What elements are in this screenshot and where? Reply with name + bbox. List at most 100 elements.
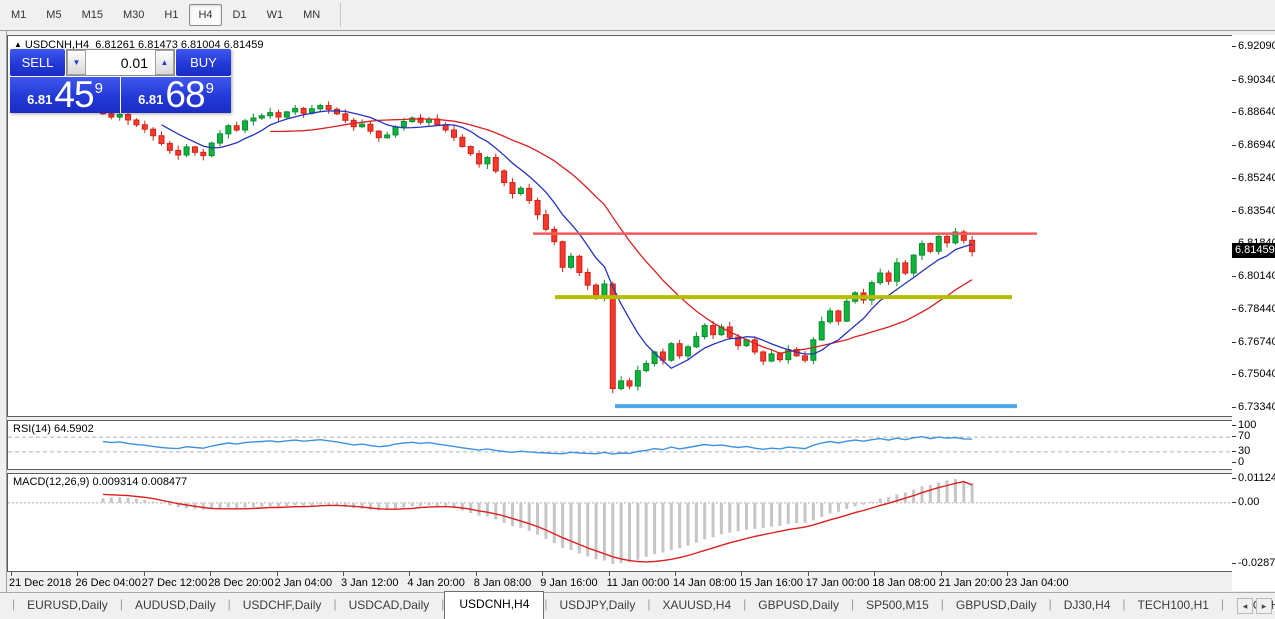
price-axis-label: 6.90340	[1238, 74, 1275, 86]
tab-usdcad-daily[interactable]: USDCAD,Daily	[337, 593, 442, 619]
price-axis-tick	[1232, 211, 1236, 212]
date-tick	[941, 572, 942, 576]
price-axis-tick	[1232, 80, 1236, 81]
rsi-axis-label: 0	[1238, 456, 1244, 468]
timeframe-button-m30[interactable]: M30	[114, 4, 153, 26]
date-tick	[741, 572, 742, 576]
date-tick	[144, 572, 145, 576]
timeframe-buttons: M1M5M15M30H1H4D1W1MN	[1, 4, 330, 26]
volume-input[interactable]: 0.01	[86, 50, 155, 75]
main-chart-panel[interactable]: ▲USDCNH,H4 6.81261 6.81473 6.81004 6.814…	[7, 35, 1233, 417]
price-axis-label: 6.86940	[1238, 139, 1275, 151]
date-axis-label: 21 Dec 2018	[9, 577, 71, 589]
sell-price-main: 45	[54, 78, 93, 112]
buy-price-sup: 9	[206, 80, 214, 97]
tab-scroll-right-button[interactable]: ▸	[1256, 598, 1272, 614]
arrow-down-icon: ▼	[73, 58, 81, 67]
date-axis[interactable]: 21 Dec 201826 Dec 04:0027 Dec 12:0028 De…	[7, 572, 1233, 591]
tab-usdchf-daily[interactable]: USDCHF,Daily	[231, 593, 334, 619]
tab-eurusd-daily[interactable]: EURUSD,Daily	[15, 593, 120, 619]
date-axis-label: 18 Jan 08:00	[872, 577, 936, 589]
tab-tech100-h1[interactable]: TECH100,H1	[1126, 593, 1221, 619]
timeframe-toolbar: M1M5M15M30H1H4D1W1MN	[0, 0, 1275, 31]
macd-axis-tick	[1232, 478, 1236, 479]
timeframe-button-h4[interactable]: H4	[189, 4, 221, 26]
rsi-panel[interactable]: RSI(14) 64.5902	[7, 420, 1233, 470]
chart-window: ▲USDCNH,H4 6.81261 6.81473 6.81004 6.814…	[7, 35, 1233, 591]
tab-scroll-left-button[interactable]: ◂	[1237, 598, 1253, 614]
candles-group	[101, 101, 975, 393]
tab-dj30-h4[interactable]: DJ30,H4	[1052, 593, 1123, 619]
toolbar-divider	[340, 3, 341, 27]
macd-axis-label: -0.028797	[1238, 557, 1275, 569]
macd-axis-tick	[1232, 502, 1236, 503]
date-tick	[1007, 572, 1008, 576]
arrow-up-icon: ▲	[161, 58, 169, 67]
rsi-canvas[interactable]	[8, 421, 1232, 469]
timeframe-button-h1[interactable]: H1	[155, 4, 187, 26]
date-tick	[77, 572, 78, 576]
tab-xauusd-h4[interactable]: XAUUSD,H4	[650, 593, 743, 619]
timeframe-button-m5[interactable]: M5	[37, 4, 70, 26]
date-tick	[874, 572, 875, 576]
tab-gbpusd-daily[interactable]: GBPUSD,Daily	[944, 593, 1049, 619]
date-tick	[277, 572, 278, 576]
date-axis-label: 28 Dec 20:00	[208, 577, 273, 589]
date-axis-label: 3 Jan 12:00	[341, 577, 399, 589]
macd-axis-tick	[1232, 563, 1236, 564]
chart-tabs: |EURUSD,Daily|AUDUSD,Daily|USDCHF,Daily|…	[12, 591, 1275, 619]
price-axis[interactable]: 6.81459 6.920906.903406.886406.869406.85…	[1232, 35, 1275, 591]
timeframe-button-m1[interactable]: M1	[2, 4, 35, 26]
macd-canvas[interactable]	[8, 474, 1232, 571]
price-axis-label: 6.80140	[1238, 270, 1275, 282]
rsi-axis-tick	[1232, 436, 1236, 437]
price-axis-tick	[1232, 112, 1236, 113]
buy-price-display[interactable]: 6.81 68 9	[121, 77, 231, 113]
rsi-axis-tick	[1232, 425, 1236, 426]
date-axis-label: 4 Jan 20:00	[407, 577, 465, 589]
up-triangle-icon: ▲	[14, 40, 22, 49]
volume-decrease-button[interactable]: ▼	[67, 50, 86, 75]
volume-stepper: ▼ 0.01 ▲	[66, 49, 175, 76]
price-axis-tick	[1232, 145, 1236, 146]
price-axis-label: 6.73340	[1238, 401, 1275, 413]
tab-sp500-m15[interactable]: SP500,M15	[854, 593, 941, 619]
date-tick	[409, 572, 410, 576]
tab-usdcnh-h4[interactable]: USDCNH,H4	[444, 591, 544, 619]
price-axis-label: 6.78440	[1238, 303, 1275, 315]
timeframe-button-w1[interactable]: W1	[258, 4, 293, 26]
date-tick	[542, 572, 543, 576]
sell-price-display[interactable]: 6.81 45 9	[10, 77, 120, 113]
buy-price-main: 68	[165, 78, 204, 112]
tab-scroll-buttons: ◂ ▸	[1237, 598, 1272, 614]
price-axis-tick	[1232, 407, 1236, 408]
tab-usdjpy-daily[interactable]: USDJPY,Daily	[548, 593, 648, 619]
date-axis-label: 23 Jan 04:00	[1005, 577, 1069, 589]
sell-button[interactable]: SELL	[10, 49, 65, 76]
buy-price-prefix: 6.81	[138, 92, 163, 107]
timeframe-button-m15[interactable]: M15	[73, 4, 112, 26]
price-axis-tick	[1232, 374, 1236, 375]
price-axis-tick	[1232, 178, 1236, 179]
date-tick	[11, 572, 12, 576]
sell-price-prefix: 6.81	[27, 92, 52, 107]
timeframe-button-d1[interactable]: D1	[224, 4, 256, 26]
timeframe-button-mn[interactable]: MN	[294, 4, 329, 26]
macd-panel[interactable]: MACD(12,26,9) 0.009314 0.008477	[7, 473, 1233, 572]
date-tick	[808, 572, 809, 576]
window-left-edge	[0, 31, 7, 592]
tab-audusd-daily[interactable]: AUDUSD,Daily	[123, 593, 228, 619]
tab-gbpusd-daily[interactable]: GBPUSD,Daily	[746, 593, 851, 619]
price-axis-label: 6.88640	[1238, 106, 1275, 118]
date-axis-label: 9 Jan 16:00	[540, 577, 598, 589]
macd-axis-label: 0.00	[1238, 496, 1259, 508]
macd-histogram	[103, 479, 972, 564]
buy-button[interactable]: BUY	[176, 49, 231, 76]
volume-increase-button[interactable]: ▲	[155, 50, 174, 75]
price-axis-label: 6.83540	[1238, 205, 1275, 217]
price-axis-label: 6.75040	[1238, 368, 1275, 380]
rsi-label: RSI(14) 64.5902	[13, 423, 94, 435]
date-axis-label: 27 Dec 12:00	[142, 577, 207, 589]
price-axis-label: 6.85240	[1238, 172, 1275, 184]
date-axis-label: 17 Jan 00:00	[806, 577, 870, 589]
